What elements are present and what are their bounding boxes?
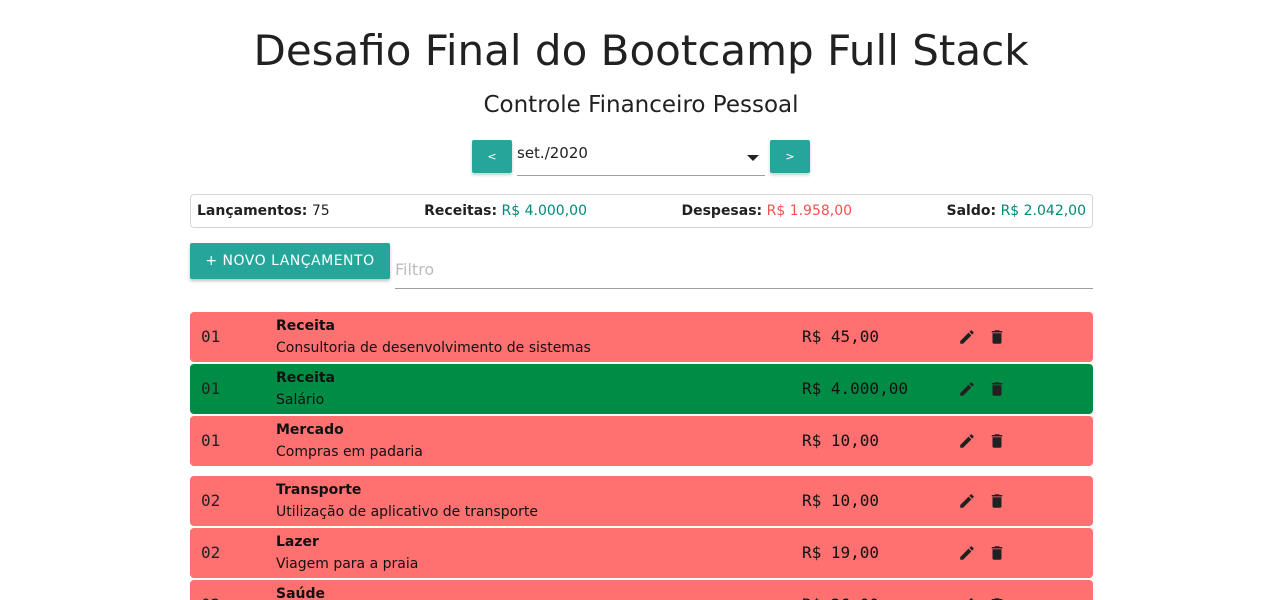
transaction-description: Salário (276, 392, 325, 408)
balance-total: R$ 2.042,00 (1000, 203, 1086, 219)
period-navigator: < set./2020 > (472, 140, 810, 176)
pencil-icon[interactable] (958, 492, 976, 510)
pencil-icon[interactable] (958, 328, 976, 346)
pencil-icon[interactable] (958, 380, 976, 398)
transaction-day: 01 (201, 431, 221, 450)
entries-count: 75 (311, 203, 330, 219)
pencil-icon[interactable] (958, 596, 976, 600)
page-title: Desafio Final do Bootcamp Full Stack (253, 26, 1029, 75)
page-subtitle: Controle Financeiro Pessoal (483, 92, 799, 118)
income-total: R$ 4.000,00 (501, 203, 587, 219)
transaction-value: R$ 10,00 (802, 431, 880, 450)
transaction-day: 02 (201, 543, 221, 562)
next-period-button[interactable]: > (770, 140, 810, 173)
summary-expenses: Despesas: R$ 1.958,00 (681, 203, 853, 219)
trash-icon[interactable] (988, 596, 1006, 600)
transaction-category: Lazer (276, 534, 319, 550)
pencil-icon[interactable] (958, 432, 976, 450)
summary-income: Receitas: R$ 4.000,00 (424, 203, 587, 219)
transaction-day: 02 (201, 491, 221, 510)
transaction-value: R$ 10,00 (802, 491, 880, 510)
trash-icon[interactable] (988, 380, 1006, 398)
transaction-row: 01 Receita Consultoria de desenvolvimento … (190, 312, 1093, 362)
expense-total: R$ 1.958,00 (766, 203, 853, 219)
transaction-row: 02 Lazer Viagem para a praia R$ 19,00 (190, 528, 1093, 578)
trash-icon[interactable] (988, 544, 1006, 562)
summary-balance: Saldo: R$ 2.042,00 (946, 203, 1086, 219)
new-entry-button[interactable]: + NOVO LANÇAMENTO (190, 243, 390, 279)
summary-entries: Lançamentos: 75 (197, 203, 330, 219)
period-select[interactable]: set./2020 (517, 140, 765, 176)
transaction-day: 02 (201, 595, 220, 600)
period-select-value: set./2020 (517, 144, 588, 162)
transaction-row: 02 Saúde R$ 26,00 (190, 580, 1093, 600)
transaction-value: R$ 45,00 (802, 327, 880, 346)
trash-icon[interactable] (988, 492, 1006, 510)
transaction-value: R$ 26,00 (802, 595, 879, 600)
transaction-description: Consultoria de desenvolvimento de sistem… (276, 340, 591, 356)
transaction-category: Receita (276, 318, 336, 334)
transaction-category: Mercado (276, 422, 344, 438)
transaction-value: R$ 4.000,00 (802, 379, 908, 398)
previous-period-button[interactable]: < (472, 140, 512, 173)
transaction-row: 02 Transporte Utilização de aplicativo de … (190, 476, 1093, 526)
pencil-icon[interactable] (958, 544, 976, 562)
transaction-day: 01 (201, 379, 221, 398)
transaction-description: Utilização de aplicativo de transporte (276, 504, 539, 520)
transaction-category: Saúde (276, 586, 326, 600)
caret-down-icon (747, 155, 759, 161)
filter-input[interactable] (395, 250, 1093, 289)
transaction-category: Transporte (276, 482, 362, 498)
transaction-description: Compras em padaria (276, 444, 423, 460)
trash-icon[interactable] (988, 328, 1006, 346)
transaction-row: 01 Receita Salário R$ 4.000,00 (190, 364, 1093, 414)
transaction-row: 01 Mercado Compras em padaria R$ 10,00 (190, 416, 1093, 466)
transaction-value: R$ 19,00 (802, 543, 880, 562)
trash-icon[interactable] (988, 432, 1006, 450)
transaction-category: Receita (276, 370, 336, 386)
summary-bar: Lançamentos: 75 Receitas: R$ 4.000,00 De… (190, 194, 1093, 228)
transaction-day: 01 (201, 327, 221, 346)
transaction-description: Viagem para a praia (276, 556, 419, 572)
